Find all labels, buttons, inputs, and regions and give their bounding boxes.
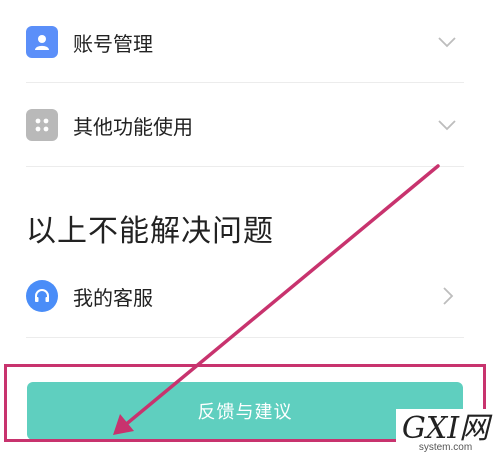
menu-item-label: 其他功能使用 (73, 114, 193, 139)
customer-service-label: 我的客服 (73, 285, 153, 310)
divider (26, 337, 464, 338)
person-icon (26, 26, 58, 58)
menu-item-other-features[interactable]: 其他功能使用 (26, 95, 464, 155)
feedback-button-label: 反馈与建议 (197, 402, 293, 423)
grid-icon (26, 109, 58, 141)
menu-item-label: 账号管理 (73, 31, 153, 56)
chevron-down-icon (438, 120, 456, 131)
customer-service-item[interactable]: 我的客服 (26, 266, 464, 326)
divider (26, 166, 464, 167)
watermark-sub-text: system.com (418, 441, 473, 453)
divider (26, 82, 464, 83)
watermark-logo-text: GXI网 (401, 410, 490, 446)
chevron-down-icon (438, 37, 456, 48)
watermark-logo: GXI网 system.com (396, 409, 495, 457)
menu-item-account[interactable]: 账号管理 (26, 12, 464, 72)
section-title: 以上不能解决问题 (26, 214, 274, 249)
chevron-right-icon (443, 287, 454, 305)
headset-icon (26, 280, 58, 312)
